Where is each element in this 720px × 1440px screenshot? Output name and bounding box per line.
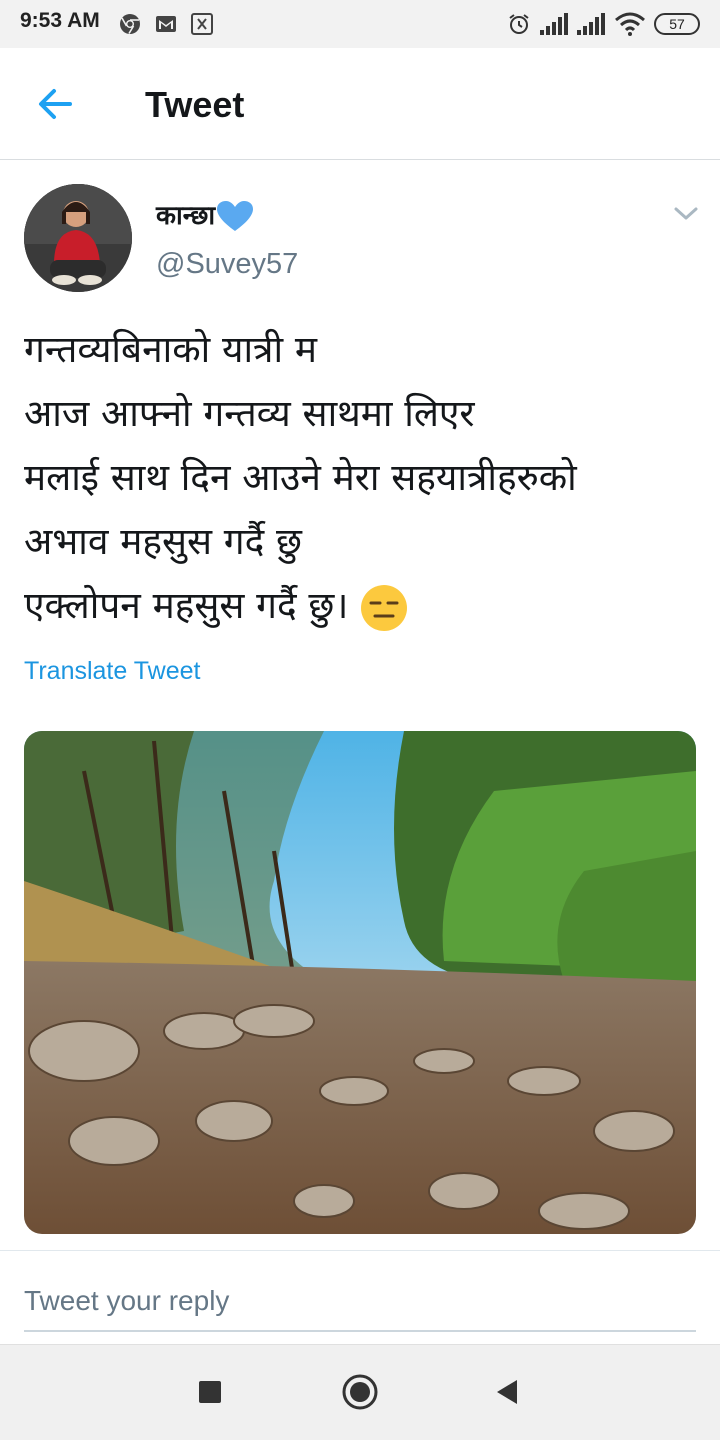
tweet-line: मलाई साथ दिन आउने मेरा सहयात्रीहरुको (24, 456, 577, 499)
forest-trail-photo (24, 731, 696, 1234)
author-name[interactable]: कान्छा (156, 196, 254, 233)
chrome-icon (120, 14, 140, 34)
recent-apps-button[interactable] (185, 1367, 235, 1417)
page-title: Tweet (145, 84, 245, 125)
tweet-photo[interactable] (24, 731, 696, 1234)
tweet-line: आज आफ्नो गन्तव्य साथमा लिएर (24, 392, 475, 435)
tweet-line-text: एक्लोपन महसुस गर्दै छु। (24, 584, 349, 627)
wifi-icon (615, 12, 645, 36)
author-handle[interactable]: @Suvey57 (156, 248, 298, 281)
notification-icon (191, 13, 213, 35)
back-button[interactable] (483, 1367, 533, 1417)
signal-icon (540, 13, 568, 35)
expressionless-face-emoji (361, 584, 408, 631)
back-arrow-icon[interactable] (34, 84, 78, 124)
home-button[interactable] (335, 1367, 385, 1417)
battery-icon: 57 (654, 13, 700, 35)
alarm-icon (509, 14, 529, 34)
status-bar: 9:53 AM 57 (0, 0, 720, 48)
status-time: 9:53 AM (20, 9, 100, 32)
tweet-line: गन्तव्यबिनाको यात्री म (24, 328, 317, 371)
blue-heart-emoji (217, 200, 254, 231)
reply-input[interactable] (24, 1272, 696, 1332)
tweet-line: अभाव महसुस गर्दै छु (24, 520, 302, 563)
divider (0, 1250, 720, 1251)
tweet-text: गन्तव्यबिनाको यात्री म आज आफ्नो गन्तव्य … (24, 318, 704, 638)
avatar-image (24, 184, 132, 292)
tweet-line-last: एक्लोपन महसुस गर्दै छु। (24, 574, 704, 638)
translate-tweet-link[interactable]: Translate Tweet (24, 657, 200, 686)
system-nav-bar (0, 1344, 720, 1440)
author-name-text: कान्छा (156, 201, 216, 231)
avatar[interactable] (24, 184, 132, 292)
chevron-down-icon[interactable] (672, 202, 700, 224)
signal-icon (577, 13, 605, 35)
header: Tweet (0, 48, 720, 160)
gmail-icon (156, 16, 176, 32)
